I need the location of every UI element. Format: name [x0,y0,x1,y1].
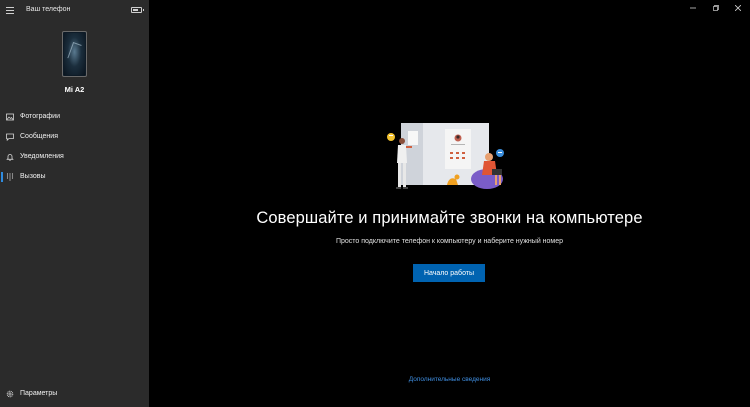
sidebar-nav: Фотографии Сообщения Уведомления Вызовы [0,107,149,187]
phone-image [62,31,87,77]
hamburger-menu-icon[interactable] [6,7,14,14]
sidebar-item-photos[interactable]: Фотографии [0,107,149,127]
close-icon [735,5,741,11]
settings-label: Параметры [20,390,58,397]
page-subtitle: Просто подключите телефон к компьютеру и… [335,238,564,245]
sidebar-item-label: Сообщения [20,133,58,140]
maximize-icon [713,5,719,11]
sidebar-item-settings[interactable]: Параметры [0,386,149,402]
minimize-button[interactable] [683,0,703,16]
maximize-button[interactable] [706,0,726,16]
sidebar-item-notifications[interactable]: Уведомления [0,147,149,167]
app-titlebar: Ваш телефон [0,0,149,22]
sidebar-item-calls[interactable]: Вызовы [0,167,149,187]
minimize-icon [690,7,696,9]
sidebar: Ваш телефон Mi A2 Фотографии Сообщения У… [0,0,149,407]
sidebar-item-label: Фотографии [20,113,61,120]
close-button[interactable] [728,0,748,16]
get-started-button[interactable]: Начало работы [413,264,485,282]
bell-icon [6,154,14,161]
sidebar-item-label: Вызовы [20,173,46,180]
device-name: Mi A2 [64,85,85,94]
battery-icon [131,7,144,13]
sidebar-item-messages[interactable]: Сообщения [0,127,149,147]
messages-icon [6,133,14,141]
app-title: Ваш телефон [26,6,71,13]
photos-icon [6,113,14,121]
calls-illustration [387,123,504,189]
page-title: Совершайте и принимайте звонки на компью… [256,209,643,227]
learn-more-link[interactable]: Дополнительные сведения [149,376,750,383]
gear-icon [6,390,14,398]
sidebar-item-label: Уведомления [20,153,64,160]
dialpad-icon [6,173,14,181]
